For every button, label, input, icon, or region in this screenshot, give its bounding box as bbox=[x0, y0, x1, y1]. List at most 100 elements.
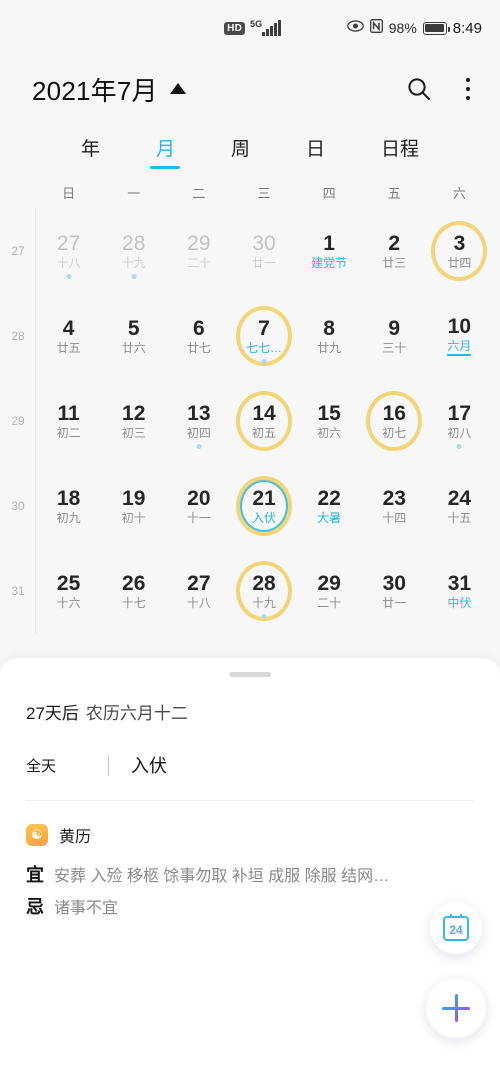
sheet-drag-handle[interactable] bbox=[229, 672, 271, 677]
day-lunar-label: 廿六 bbox=[121, 340, 146, 355]
go-to-today-button[interactable]: 24 bbox=[430, 902, 482, 954]
day-number-label: 22 bbox=[317, 486, 341, 510]
calendar-day-cell[interactable]: 29 二十 bbox=[297, 548, 362, 633]
day-number-label: 15 bbox=[317, 401, 341, 425]
day-number-label: 29 bbox=[317, 571, 341, 595]
page-title: 2021年7月 bbox=[32, 75, 158, 106]
day-lunar-label: 十六 bbox=[56, 595, 81, 610]
day-number-label: 18 bbox=[56, 486, 81, 510]
day-number-label: 7 bbox=[258, 316, 270, 340]
today-calendar-icon: 24 bbox=[443, 913, 469, 941]
battery-icon bbox=[422, 21, 450, 35]
almanac-header[interactable]: ☯ 黄历 bbox=[26, 823, 474, 847]
almanac-good-key: 宜 bbox=[26, 865, 44, 885]
calendar-day-cell[interactable]: 15 初六 bbox=[297, 378, 362, 463]
calendar-day-cell[interactable]: 4 廿五 bbox=[36, 293, 101, 378]
day-number-label: 28 bbox=[122, 231, 146, 255]
calendar-week-row: 28 4 廿五 5 廿六 6 廿七 7 七七… 8 廿九 9 三十 10 六月 bbox=[0, 293, 500, 378]
day-lunar-label: 初八 bbox=[447, 425, 472, 440]
calendar-day-cell[interactable]: 18 初九 bbox=[36, 463, 101, 548]
calendar-day-cell[interactable]: 3 廿四 bbox=[427, 208, 492, 293]
event-indicator-dot bbox=[261, 614, 267, 619]
calendar-day-cell[interactable]: 24 十五 bbox=[427, 463, 492, 548]
view-tabs: 年 月 周 日 日程 bbox=[0, 122, 500, 175]
almanac-title-label: 黄历 bbox=[59, 829, 92, 846]
day-lunar-label: 十九 bbox=[121, 255, 146, 270]
day-number-label: 25 bbox=[56, 571, 81, 595]
hd-icon: HD bbox=[224, 21, 246, 35]
calendar-day-cell[interactable]: 8 廿九 bbox=[297, 293, 362, 378]
calendar-day-cell[interactable]: 25 十六 bbox=[36, 548, 101, 633]
calendar-day-cell[interactable]: 28 十九 bbox=[231, 548, 296, 633]
day-lunar-label: 初九 bbox=[56, 510, 81, 525]
weeknum-header-spacer bbox=[0, 183, 36, 202]
day-lunar-label: 廿五 bbox=[56, 340, 81, 355]
week-number-label: 27 bbox=[0, 208, 36, 293]
calendar-day-cell[interactable]: 23 十四 bbox=[362, 463, 427, 548]
status-bar-right: 98% 8:49 bbox=[346, 18, 482, 38]
calendar-day-cell[interactable]: 6 廿七 bbox=[166, 293, 231, 378]
weekday-label-thu: 四 bbox=[322, 186, 336, 201]
calendar-day-cell[interactable]: 26 十七 bbox=[101, 548, 166, 633]
calendar-day-cell[interactable]: 30 廿一 bbox=[362, 548, 427, 633]
day-lunar-label: 初五 bbox=[251, 425, 276, 440]
day-lunar-label: 廿三 bbox=[382, 255, 407, 270]
calendar-day-cell[interactable]: 9 三十 bbox=[362, 293, 427, 378]
calendar-day-cell[interactable]: 11 初二 bbox=[36, 378, 101, 463]
calendar-day-cell[interactable]: 20 十一 bbox=[166, 463, 231, 548]
event-title-label: 入伏 bbox=[131, 756, 167, 776]
almanac-bad-value: 诸事不宜 bbox=[54, 900, 119, 917]
calendar-day-cell[interactable]: 19 初十 bbox=[101, 463, 166, 548]
tab-week[interactable]: 周 bbox=[221, 130, 260, 171]
day-lunar-label: 初三 bbox=[121, 425, 146, 440]
calendar-week-row: 30 18 初九 19 初十 20 十一 21 入伏 22 大暑 23 十四 24 十五 bbox=[0, 463, 500, 548]
day-lunar-label: 十四 bbox=[382, 510, 407, 525]
day-number-label: 9 bbox=[388, 316, 401, 340]
day-number-label: 20 bbox=[187, 486, 211, 510]
status-bar-center: HD 5G bbox=[158, 20, 347, 36]
calendar-week-row: 31 25 十六 26 十七 27 十八 28 十九 29 二十 30 廿一 31 中伏 bbox=[0, 548, 500, 633]
signal-strength-bars bbox=[262, 20, 281, 36]
day-lunar-label: 中伏 bbox=[447, 595, 472, 610]
today-date-number: 24 bbox=[449, 922, 463, 937]
calendar-day-cell[interactable]: 12 初三 bbox=[101, 378, 166, 463]
day-number-label: 27 bbox=[56, 231, 81, 255]
calendar-day-cell[interactable]: 17 初八 bbox=[427, 378, 492, 463]
day-number-label: 13 bbox=[187, 401, 211, 425]
header-actions bbox=[406, 74, 477, 105]
calendar-day-cell[interactable]: 13 初四 bbox=[166, 378, 231, 463]
calendar-day-cell[interactable]: 16 初七 bbox=[362, 378, 427, 463]
calendar-day-cell[interactable]: 27 十八 bbox=[166, 548, 231, 633]
calendar-day-cell[interactable]: 10 六月 bbox=[427, 293, 492, 378]
event-list-item[interactable]: 全天 入伏 bbox=[26, 752, 474, 801]
day-lunar-label: 廿七 bbox=[186, 340, 211, 355]
tab-year[interactable]: 年 bbox=[71, 130, 110, 171]
day-lunar-label: 初七 bbox=[382, 425, 407, 440]
calendar-day-cell[interactable]: 14 初五 bbox=[231, 378, 296, 463]
add-event-button[interactable] bbox=[426, 978, 486, 1038]
tab-month[interactable]: 月 bbox=[146, 130, 185, 171]
calendar-day-cell[interactable]: 7 七七… bbox=[231, 293, 296, 378]
calendar-day-cell[interactable]: 30 廿一 bbox=[231, 208, 296, 293]
clock-label: 8:49 bbox=[452, 19, 482, 37]
calendar-day-cell[interactable]: 31 中伏 bbox=[427, 548, 492, 633]
calendar-day-cell[interactable]: 29 二十 bbox=[166, 208, 231, 293]
search-icon[interactable] bbox=[406, 76, 432, 102]
caret-up-icon[interactable] bbox=[169, 82, 186, 94]
month-selector[interactable]: 2021年7月 bbox=[32, 71, 406, 108]
signal-bars-icon: 5G bbox=[250, 20, 281, 36]
day-lunar-label: 二十 bbox=[186, 255, 211, 270]
weekday-label-tue: 二 bbox=[192, 186, 206, 201]
calendar-day-cell[interactable]: 21 入伏 bbox=[231, 463, 296, 548]
tab-day[interactable]: 日 bbox=[296, 130, 335, 171]
calendar-day-cell[interactable]: 28 十九 bbox=[101, 208, 166, 293]
calendar-day-cell[interactable]: 27 十八 bbox=[36, 208, 101, 293]
calendar-day-cell[interactable]: 22 大暑 bbox=[297, 463, 362, 548]
calendar-day-cell[interactable]: 2 廿三 bbox=[362, 208, 427, 293]
calendar-day-cell[interactable]: 5 廿六 bbox=[101, 293, 166, 378]
tab-agenda[interactable]: 日程 bbox=[371, 130, 429, 171]
lunar-date-label: 农历六月十二 bbox=[85, 704, 188, 723]
calendar-day-cell[interactable]: 1 建党节 bbox=[297, 208, 362, 293]
more-vertical-icon[interactable] bbox=[460, 74, 477, 105]
day-number-label: 4 bbox=[62, 316, 75, 340]
